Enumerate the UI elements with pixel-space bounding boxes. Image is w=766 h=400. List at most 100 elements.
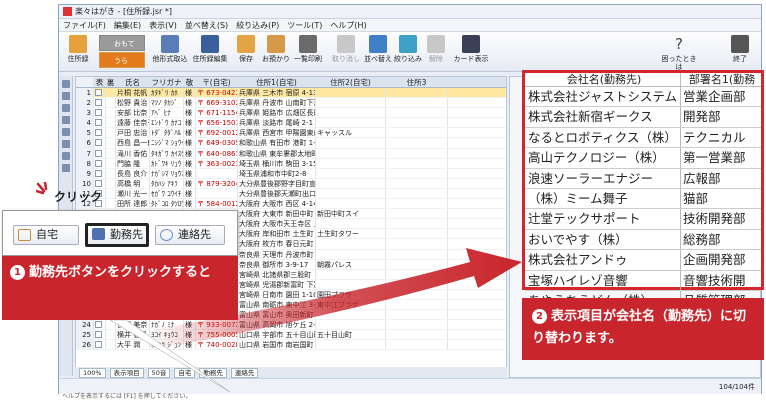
furigana-cell[interactable]: ﾏﾂﾉ ﾀｶｼﾞ — [150, 98, 184, 108]
help-button[interactable]: ? 困ったときは — [659, 34, 699, 71]
address3-cell[interactable] — [386, 158, 448, 168]
address3-cell[interactable] — [386, 108, 448, 118]
address1-cell[interactable]: 山口県 岩国市 南岩国町 2-7-8 — [238, 340, 316, 350]
address2-cell[interactable] — [316, 188, 386, 199]
address2-cell[interactable] — [316, 310, 386, 320]
address1-cell[interactable]: 奈良県 天理市 丹波市町 — [238, 249, 316, 259]
header-address1[interactable]: 住所1(自宅) — [238, 77, 316, 87]
back-checkbox[interactable] — [106, 88, 116, 98]
exit-button[interactable]: 終了 — [725, 34, 755, 63]
table-row[interactable]: 26 大平 潤ｵｵﾋﾗ ｼﾞｭﾝ様〒 740-0028山口県 岩国市 南岩国町 2… — [76, 340, 506, 351]
postal-cell[interactable]: 〒 933-0072 — [196, 320, 238, 330]
address3-cell[interactable] — [386, 138, 448, 148]
furigana-cell[interactable]: ｵｵﾋﾗ ｼﾞｭﾝ — [150, 340, 184, 350]
row-number[interactable]: 9 — [76, 168, 94, 178]
address2-cell[interactable]: 新田中町スイ — [316, 209, 386, 219]
front-checkbox[interactable] — [94, 118, 106, 128]
back-checkbox[interactable] — [106, 148, 116, 158]
address2-cell[interactable] — [316, 239, 386, 249]
name-cell[interactable]: 遠藤 佳奈子 — [116, 118, 150, 128]
row-number[interactable]: 1 — [76, 88, 94, 98]
address2-cell[interactable] — [316, 320, 386, 330]
back-checkbox[interactable] — [106, 188, 116, 199]
menu-edit[interactable]: 編集(E) — [110, 20, 145, 31]
save-button[interactable]: 保存 — [231, 34, 261, 63]
address2-cell[interactable] — [316, 279, 386, 289]
tool-icon-6[interactable] — [61, 140, 70, 148]
table-row[interactable]: 24 長野 美奈ﾅｶﾞﾉ ﾐﾅ様〒 933-0072富山県 高岡市 旭ケ丘 2-1… — [76, 320, 506, 331]
address2-cell[interactable]: キャッスル — [316, 128, 386, 138]
furigana-cell[interactable]: ﾀﾄﾞｺﾛ ﾀﾂﾛｳ — [150, 199, 184, 209]
postal-cell[interactable]: 〒 673-0423 — [196, 88, 238, 98]
table-row[interactable]: 12 田所 達郎 ﾀﾄﾞｺﾛ ﾀﾂﾛｳ様〒 584-0012 大阪府 大阪市 西区 4… — [76, 199, 506, 210]
address1-cell[interactable]: 兵庫県 淡路市 尾崎 2-1 — [238, 118, 316, 128]
back-checkbox[interactable] — [106, 199, 116, 209]
tool-icon-4[interactable] — [61, 116, 70, 124]
honorific-cell[interactable]: 様 — [184, 128, 196, 138]
table-row[interactable]: 25 横井 香子ﾖｺｲ ｷｮｳｺ様〒 755-0005山口県 宇部市 五十目山町 … — [76, 330, 506, 341]
address2-cell[interactable] — [316, 158, 386, 168]
header-address3[interactable]: 住所3 — [386, 77, 448, 87]
address1-cell[interactable]: 和歌山県 有田市 港町 1-2-18 — [238, 138, 316, 148]
clear-filter-button[interactable]: 解除 — [421, 34, 451, 63]
front-checkbox[interactable] — [94, 340, 106, 350]
name-cell[interactable]: 横井 香子 — [116, 330, 150, 340]
address3-cell[interactable] — [386, 188, 448, 199]
front-checkbox[interactable] — [94, 148, 106, 158]
address1-cell[interactable]: 大分県豊後郡天瀬町出口691-7 — [238, 188, 316, 199]
work-tab-button[interactable]: 勤務先 — [85, 223, 149, 247]
postal-cell[interactable]: 〒 671-1154 — [196, 108, 238, 118]
address1-cell[interactable]: 埼玉県浦和市中町2-8 — [238, 168, 316, 178]
edit-address-book-button[interactable]: 住所録編集 — [191, 34, 229, 63]
name-cell[interactable]: 長島 良介 — [116, 168, 150, 178]
address3-cell[interactable] — [386, 219, 448, 229]
front-checkbox[interactable] — [94, 98, 106, 108]
tool-icon-2[interactable] — [61, 92, 70, 100]
display-item-select[interactable]: 表示項目 — [109, 367, 144, 378]
name-cell[interactable]: 松野 貴治 — [116, 98, 150, 108]
row-number[interactable]: 5 — [76, 128, 94, 138]
header-honorific[interactable]: 敬称 — [184, 77, 196, 87]
undo-button[interactable]: 取り消し — [329, 34, 363, 63]
address2-cell[interactable] — [316, 148, 386, 158]
furigana-cell[interactable]: ｾｶﾞﾜ ｺｳｲﾁ — [150, 188, 184, 199]
address3-cell[interactable] — [386, 88, 448, 98]
address1-cell[interactable]: 大阪府 大阪市 西区 4-14 — [238, 199, 316, 209]
postal-cell[interactable]: 〒 363-0023 — [196, 158, 238, 168]
name-cell[interactable]: 門脇 隆 — [116, 158, 150, 168]
address2-cell[interactable] — [316, 118, 386, 128]
small-tab-contact[interactable]: 連絡先 — [230, 367, 259, 378]
small-tab-work[interactable]: 勤務先 — [199, 367, 227, 378]
address1-cell[interactable]: 大阪府 岸和田市 土生町 1-1 — [238, 229, 316, 239]
home-tab-button[interactable]: 自宅 — [13, 225, 79, 245]
address2-cell[interactable]: 朝霧パレス — [316, 259, 386, 269]
list-print-button[interactable]: 一覧印刷 — [291, 34, 325, 63]
postal-cell[interactable]: 〒 669-3102 — [196, 98, 238, 108]
address3-cell[interactable] — [386, 269, 448, 279]
front-checkbox[interactable] — [94, 320, 106, 330]
front-checkbox[interactable] — [94, 330, 106, 340]
back-checkbox[interactable] — [106, 158, 116, 168]
address1-cell[interactable]: 和歌山県 東牟婁郡太地町下里 — [238, 148, 316, 158]
address1-cell[interactable]: 宮崎県 北諸県郡三股町 — [238, 269, 316, 279]
name-cell[interactable]: 安部 比奈 — [116, 108, 150, 118]
address3-cell[interactable] — [386, 330, 448, 340]
honorific-cell[interactable]: 様 — [184, 188, 196, 199]
filter-button[interactable]: 絞り込み — [393, 34, 423, 63]
header-furigana[interactable]: フリガナ — [150, 77, 184, 87]
honorific-cell[interactable]: 様 — [184, 158, 196, 168]
back-checkbox[interactable] — [106, 168, 116, 178]
header-back[interactable]: 裏 — [106, 77, 116, 87]
address3-cell[interactable] — [386, 148, 448, 158]
row-number[interactable]: 26 — [76, 340, 94, 350]
postal-cell[interactable]: 〒 584-0012 — [196, 199, 238, 209]
address1-cell[interactable]: 埼玉県 桶川市 駒田 3-15 — [238, 158, 316, 168]
back-checkbox[interactable] — [106, 108, 116, 118]
address2-cell[interactable]: 土生町タワー — [316, 229, 386, 239]
address2-cell[interactable]: 東中江プラザ — [316, 299, 386, 310]
postal-cell[interactable]: 〒 879-3204 — [196, 178, 238, 188]
name-cell[interactable]: 戸田 忠治 — [116, 128, 150, 138]
card-view-button[interactable]: カード表示 — [453, 34, 489, 63]
menu-help[interactable]: ヘルプ(H) — [326, 20, 370, 31]
header-name[interactable]: 氏名 — [116, 77, 150, 87]
